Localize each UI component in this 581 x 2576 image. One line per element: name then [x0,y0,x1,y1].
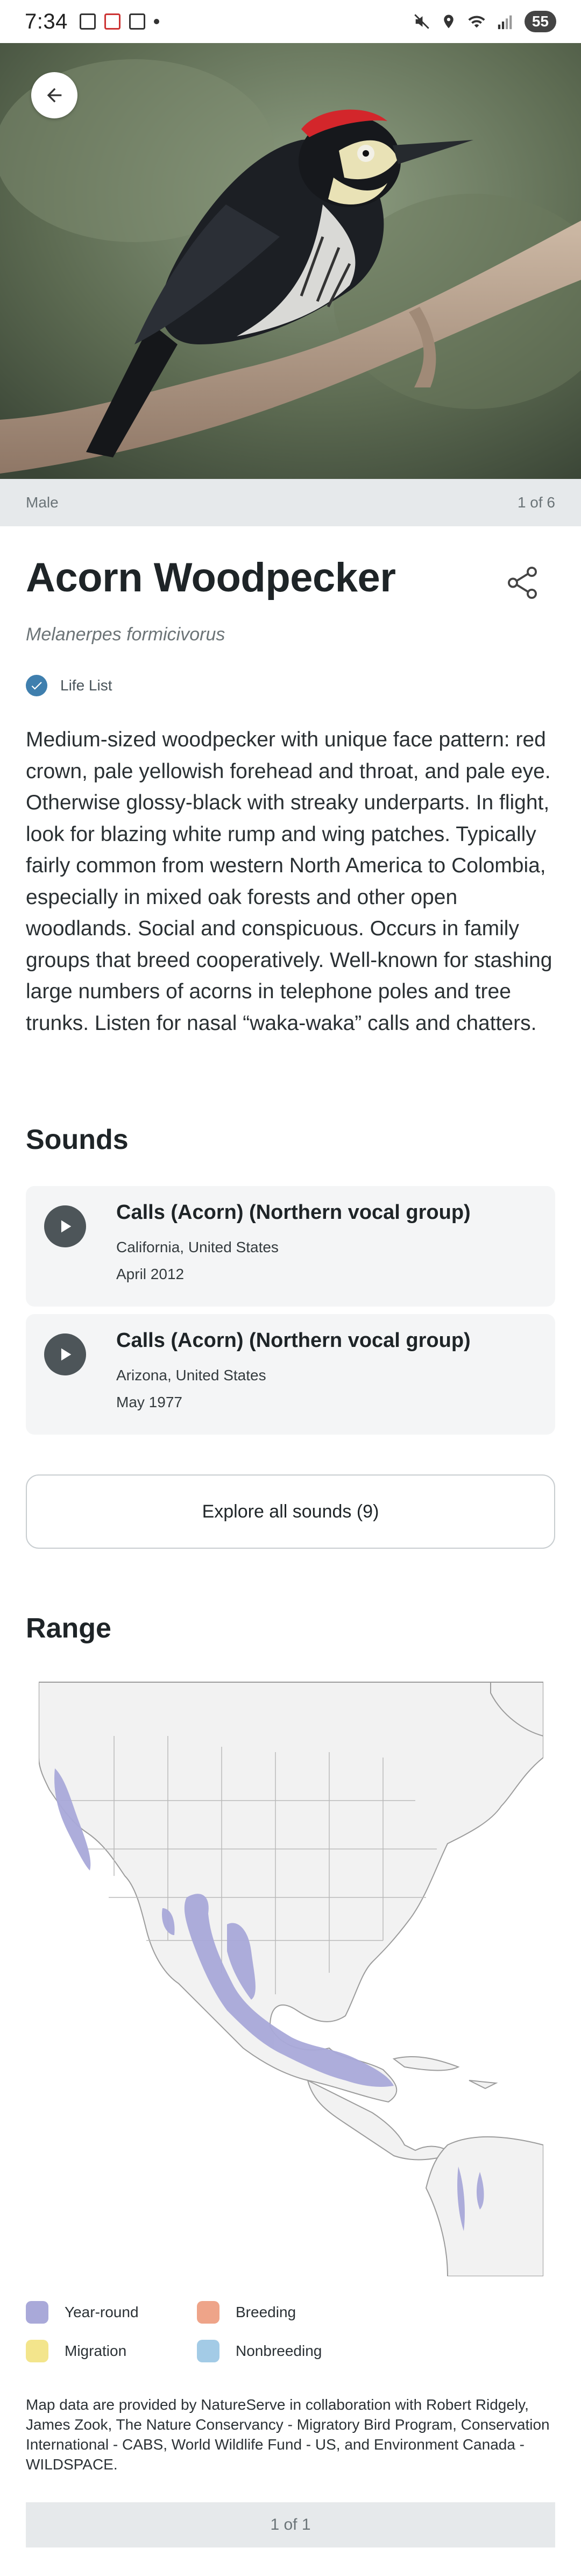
sound-location: Arizona, United States [116,1367,266,1384]
screenshot-icon [79,13,96,30]
photo-caption-label: Male [26,494,59,511]
sound-date: May 1977 [116,1394,182,1410]
legend-swatch [26,2340,48,2362]
app-icon [129,13,145,30]
play-button[interactable] [44,1205,86,1247]
news-icon [104,13,121,30]
species-scientific-name: Melanerpes formicivorus [26,624,225,645]
status-bar: 7:34 55 [0,0,581,43]
location-icon [444,15,454,29]
legend-label: Nonbreeding [236,2342,322,2359]
sound-date: April 2012 [116,1266,185,1282]
range-legend: Year-round Breeding Migration Nonbreedin… [26,2301,413,2371]
range-heading: Range [26,1613,111,1644]
play-icon [61,1220,72,1233]
signal-icon [498,15,512,30]
check-circle-icon [26,675,47,696]
range-map-illustration [38,1671,544,2277]
play-button[interactable] [44,1333,86,1375]
legend-item: Nonbreeding [197,2340,322,2362]
legend-swatch [26,2301,48,2324]
life-list-label: Life List [60,677,112,694]
legend-item: Breeding [197,2301,296,2324]
species-photo[interactable] [0,43,581,479]
legend-item: Migration [26,2340,126,2362]
back-button[interactable] [31,72,77,118]
system-icons: 55 [413,11,556,32]
sound-item[interactable]: Calls (Acorn) (Northern vocal group) Ari… [26,1314,555,1435]
legend-swatch [197,2301,219,2324]
legend-item: Year-round [26,2301,139,2324]
battery-indicator: 55 [524,11,556,32]
share-icon [508,567,537,599]
species-description: Medium-sized woodpecker with unique face… [26,728,552,1035]
sounds-heading: Sounds [26,1124,129,1155]
legend-label: Year-round [65,2304,139,2320]
life-list-status[interactable]: Life List [26,675,112,696]
back-arrow-icon [47,88,62,103]
wifi-icon [468,16,485,28]
more-notifications-icon [153,19,159,24]
range-map[interactable] [38,1671,544,2277]
notification-icons [79,13,159,30]
play-icon [61,1348,72,1361]
status-time: 7:34 [25,9,68,33]
species-common-name: Acorn Woodpecker [26,555,396,601]
photo-caption-bar: Male 1 of 6 [0,479,581,526]
legend-label: Migration [65,2342,127,2359]
share-button[interactable] [504,564,541,602]
map-pager: 1 of 1 [26,2502,555,2547]
sound-item[interactable]: Calls (Acorn) (Northern vocal group) Cal… [26,1186,555,1307]
bird-photo-illustration [0,43,581,479]
sound-title: Calls (Acorn) (Northern vocal group) [116,1329,471,1352]
sound-location: California, United States [116,1239,279,1255]
photo-counter: 1 of 6 [517,494,555,511]
mute-icon [414,14,429,29]
map-credit-text: Map data are provided by NatureServe in … [26,2396,550,2473]
legend-swatch [197,2340,219,2362]
explore-all-sounds-button[interactable]: Explore all sounds (9) [26,1474,555,1549]
legend-label: Breeding [236,2304,296,2320]
sound-title: Calls (Acorn) (Northern vocal group) [116,1201,471,1224]
